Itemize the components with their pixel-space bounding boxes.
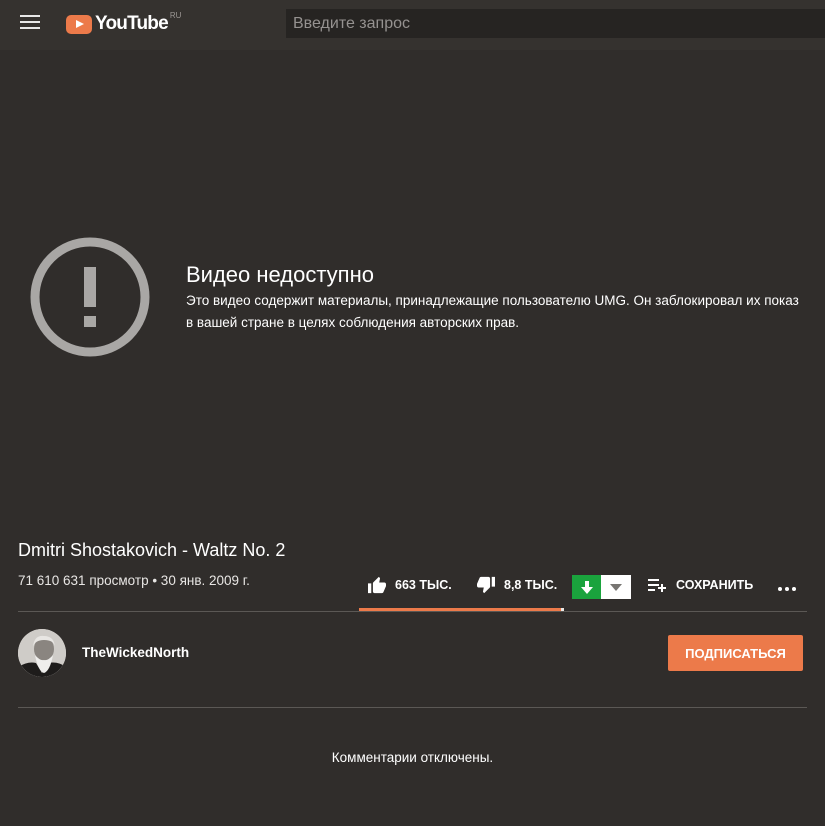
play-logo-icon xyxy=(66,14,92,34)
hamburger-menu-icon[interactable] xyxy=(20,15,40,31)
channel-name[interactable]: TheWickedNorth xyxy=(82,645,189,660)
youtube-page: YouTube RU Видео недоступно Это видео со… xyxy=(0,0,825,826)
more-options-icon[interactable] xyxy=(777,572,797,602)
comments-disabled-text: Комментарии отключены. xyxy=(331,750,494,765)
youtube-logo[interactable]: YouTube RU xyxy=(66,11,181,37)
save-button[interactable]: СОХРАНИТЬ xyxy=(648,570,753,600)
save-label: СОХРАНИТЬ xyxy=(676,578,754,592)
video-title: Dmitri Shostakovich - Waltz No. 2 xyxy=(18,540,286,560)
video-player: Видео недоступно Это видео содержит мате… xyxy=(0,50,825,535)
dislike-count: 8,8 ТЫС. xyxy=(504,578,558,592)
download-dropdown-chevron-icon[interactable] xyxy=(601,575,631,599)
error-title: Видео недоступно xyxy=(186,262,374,287)
error-message: Это видео содержит материалы, принадлежа… xyxy=(186,293,799,330)
logo-country-code: RU xyxy=(169,11,182,20)
divider xyxy=(18,707,807,708)
dislike-button[interactable]: 8,8 ТЫС. xyxy=(476,570,557,600)
thumbs-up-icon xyxy=(368,576,386,594)
channel-avatar[interactable] xyxy=(18,629,66,677)
divider xyxy=(18,611,807,612)
like-button[interactable]: 663 ТЫС. xyxy=(367,570,452,600)
logo-text: YouTube xyxy=(95,13,169,34)
top-bar: YouTube RU xyxy=(0,0,825,50)
subscribe-button[interactable]: ПОДПИСАТЬСЯ xyxy=(668,635,803,671)
search-input[interactable] xyxy=(286,9,825,38)
download-button[interactable] xyxy=(572,575,631,599)
portrait-avatar-icon xyxy=(18,629,66,677)
thumbs-down-icon xyxy=(477,576,495,594)
playlist-add-icon xyxy=(648,579,666,592)
warning-exclamation-icon xyxy=(30,237,150,357)
download-arrow-icon xyxy=(572,575,601,599)
video-meta: 71 610 631 просмотр • 30 янв. 2009 г. xyxy=(18,573,250,588)
like-count: 663 ТЫС. xyxy=(395,578,452,592)
